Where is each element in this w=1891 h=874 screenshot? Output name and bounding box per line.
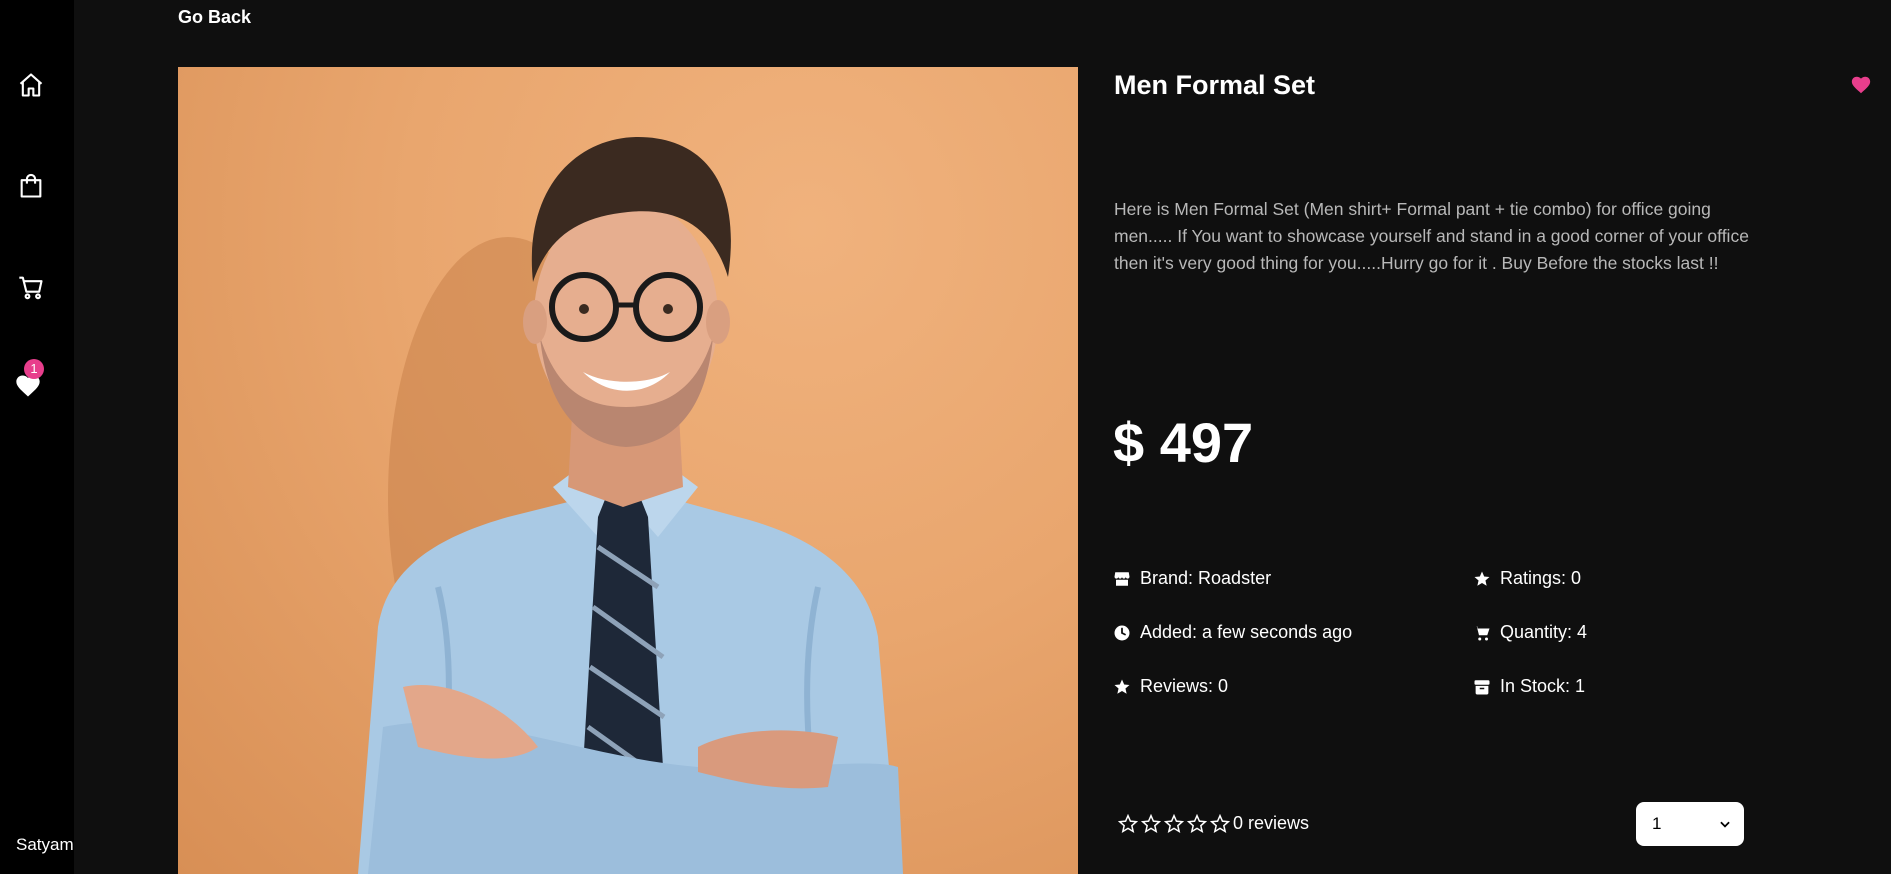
reviews-info: Reviews: 0: [1113, 676, 1228, 697]
star-outline-icon[interactable]: [1118, 813, 1138, 834]
review-count-label: 0 reviews: [1233, 813, 1310, 833]
star-icon: [1114, 679, 1130, 694]
star-outline-icon[interactable]: [1141, 813, 1161, 834]
cart-icon: [1473, 625, 1490, 640]
rating-stars[interactable]: 0 reviews: [1118, 813, 1309, 834]
favorite-heart-icon[interactable]: [1850, 74, 1872, 96]
username-label: Satyam: [16, 835, 74, 854]
added-info: Added: a few seconds ago: [1113, 622, 1352, 643]
product-price: $ 497: [1113, 411, 1254, 474]
quantity-label: Quantity: 4: [1500, 622, 1588, 642]
clock-icon: [1114, 625, 1130, 640]
box-icon: [1474, 679, 1490, 694]
sidebar: 1 Satyam: [0, 0, 74, 874]
home-icon[interactable]: [15, 69, 47, 101]
ratings-info: Ratings: 0: [1473, 568, 1581, 589]
product-image: [178, 67, 1078, 874]
ratings-label: Ratings: 0: [1500, 568, 1582, 588]
star-outline-icon[interactable]: [1164, 813, 1184, 834]
quantity-select-value: 1: [1652, 814, 1662, 833]
chevron-down-icon: [1720, 821, 1730, 828]
stock-info: In Stock: 1: [1473, 676, 1585, 697]
quantity-info: Quantity: 4: [1473, 622, 1587, 643]
product-description: Here is Men Formal Set (Men shirt+ Forma…: [1114, 199, 1749, 273]
wishlist-count-badge: 1: [24, 359, 44, 379]
quantity-select[interactable]: 1: [1636, 802, 1744, 846]
brand-label: Brand: Roadster: [1140, 568, 1272, 588]
star-outline-icon[interactable]: [1210, 813, 1230, 834]
shopping-bag-icon[interactable]: [15, 170, 47, 202]
added-label: Added: a few seconds ago: [1140, 622, 1353, 642]
store-icon: [1114, 571, 1130, 586]
reviews-label: Reviews: 0: [1140, 676, 1229, 696]
product-photo-illustration: [358, 137, 903, 874]
go-back-link[interactable]: Go Back: [178, 7, 251, 28]
brand-info: Brand: Roadster: [1113, 568, 1271, 589]
cart-icon[interactable]: [15, 271, 47, 303]
stock-label: In Stock: 1: [1500, 676, 1586, 696]
star-outline-icon[interactable]: [1187, 813, 1207, 834]
product-title: Men Formal Set: [1114, 70, 1316, 100]
star-icon: [1474, 571, 1490, 586]
